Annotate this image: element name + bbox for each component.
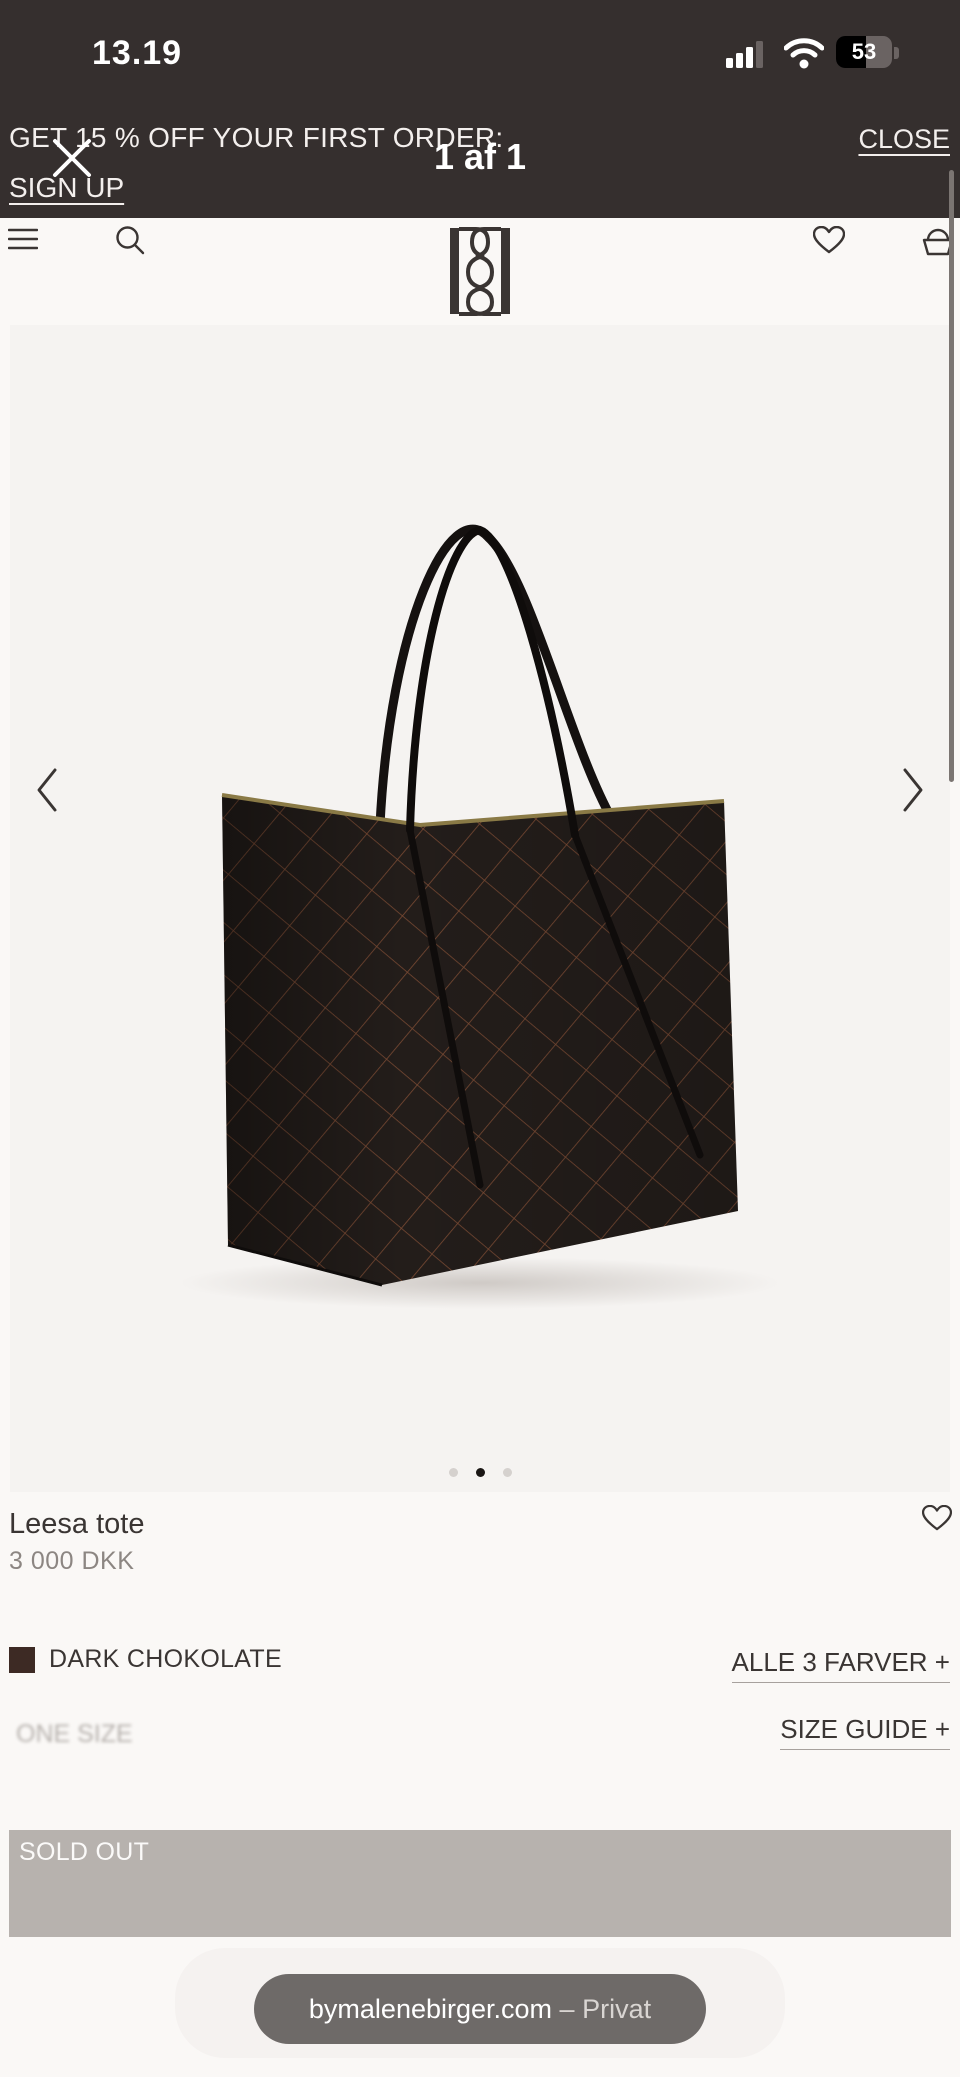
- product-image: [180, 524, 780, 1309]
- size-value: ONE SIZE: [16, 1720, 133, 1748]
- all-colors-link[interactable]: ALLE 3 FARVER +: [731, 1647, 950, 1683]
- next-image-arrow-icon[interactable]: [893, 762, 933, 818]
- sold-out-button[interactable]: SOLD OUT: [9, 1830, 951, 1937]
- brand-logo[interactable]: [448, 226, 512, 316]
- product-name: Leesa tote: [9, 1508, 145, 1540]
- gallery-dot[interactable]: [448, 1468, 458, 1477]
- selected-color-name: DARK CHOKOLATE: [49, 1645, 282, 1673]
- top-bar: 13.19 53 GET 15 % OFF YOUR FIRST ORDER: …: [0, 0, 960, 218]
- battery-percent: 53: [851, 39, 877, 64]
- wifi-icon: [784, 38, 824, 69]
- menu-icon[interactable]: [8, 228, 38, 250]
- status-time: 13.19: [92, 34, 183, 72]
- browser-url-bar[interactable]: bymalenebirger.com – Privat: [254, 1974, 706, 2044]
- heart-icon[interactable]: [813, 226, 845, 254]
- image-viewer-counter: 1 af 1: [433, 136, 527, 177]
- product-price: 3 000 DKK: [9, 1547, 135, 1575]
- scrollbar[interactable]: [949, 170, 954, 782]
- url-domain: bymalenebirger.com: [308, 1994, 553, 2024]
- product-image-gallery[interactable]: [10, 325, 950, 1492]
- wishlist-heart-icon[interactable]: [922, 1505, 952, 1531]
- private-mode-label: – Privat: [559, 1994, 652, 2024]
- gallery-dots: [0, 1464, 960, 1482]
- gallery-dot[interactable]: [475, 1468, 485, 1477]
- color-swatch: [9, 1647, 35, 1673]
- gallery-dot[interactable]: [502, 1468, 512, 1477]
- search-icon[interactable]: [115, 225, 145, 255]
- sold-out-label: SOLD OUT: [19, 1838, 150, 1866]
- prev-image-arrow-icon[interactable]: [27, 762, 67, 818]
- battery-icon: 53: [836, 36, 900, 70]
- size-guide-link[interactable]: SIZE GUIDE +: [780, 1714, 950, 1750]
- site-header: [0, 218, 960, 324]
- cellular-signal-icon: [726, 41, 763, 68]
